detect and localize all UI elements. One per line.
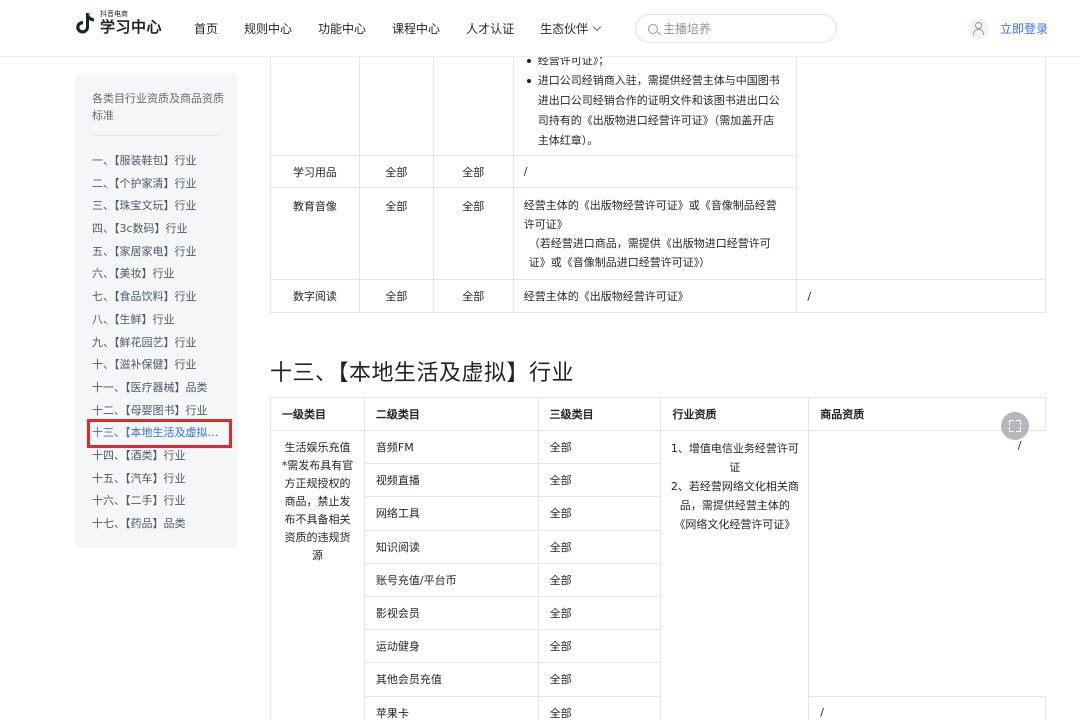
cell-level2: 影视会员 xyxy=(363,595,539,631)
cell-level3: 全部 xyxy=(537,429,662,465)
cell-level3: 全部 xyxy=(537,595,662,631)
fullscreen-icon[interactable] xyxy=(1001,412,1029,440)
sidebar-divider xyxy=(92,135,220,136)
sidebar-item[interactable]: 五、【家居家电】行业 xyxy=(92,241,237,264)
qual-line-1: 经营主体的《出版物经营许可证》或《音像制品经营许可证》 xyxy=(523,199,777,231)
login-link[interactable]: 立即登录 xyxy=(1000,20,1048,37)
cell-level2: 其他会员充值 xyxy=(363,662,539,697)
logo[interactable]: 抖音电商 学习中心 xyxy=(75,11,162,35)
sidebar-item[interactable]: 三、【珠宝文玩】行业 xyxy=(92,195,237,218)
cell-level2: 网络工具 xyxy=(363,496,539,531)
header-level1: 一级类目 xyxy=(270,397,365,431)
logo-title: 学习中心 xyxy=(100,18,163,36)
cell-level2: 苹果卡 xyxy=(363,695,539,720)
nav-home[interactable]: 首页 xyxy=(194,20,218,37)
cell-level2: 全部 xyxy=(358,187,434,280)
section-title: 十三、【本地生活及虚拟】行业 xyxy=(270,361,575,386)
table-row: 生活娱乐充值 *需发布具有官方正规授权的商品，禁止发布不具备相关资质的违规货源音… xyxy=(270,429,1046,720)
table-row: 数字阅读 全部 全部 经营主体的《出版物经营许可证》 / xyxy=(270,279,1046,313)
cell-qualification: / xyxy=(512,155,798,188)
cell-industry-qual: 1、增值电信业务经营许可证 2、若经营网络文化相关商品，需提供经营主体的《网络文… xyxy=(660,430,810,720)
sidebar-item[interactable]: 二、【个护家清】行业 xyxy=(92,173,237,196)
sidebar-item[interactable]: 八、【生鲜】行业 xyxy=(92,309,237,332)
nav-feature-center[interactable]: 功能中心 xyxy=(318,20,366,37)
header-level2: 二级类目 xyxy=(363,397,539,431)
sidebar-item[interactable]: 七、【食品饮料】行业 xyxy=(92,286,237,309)
bullet-item-import: 进口公司经销商入驻，需提供经营主体与中国图书进出口公司经销合作的证明文件和该图书… xyxy=(524,71,783,151)
cell-level3: 全部 xyxy=(537,496,662,531)
sidebar-item[interactable]: 九、【鲜花园艺】行业 xyxy=(92,332,237,355)
cell-level3: 全部 xyxy=(537,695,662,720)
sidebar-item[interactable]: 十、【滋补保健】行业 xyxy=(92,354,237,377)
header-industry-qual: 行业资质 xyxy=(660,397,810,431)
cell-level3: 全部 xyxy=(537,463,662,498)
cell-level2: 全部 xyxy=(358,155,434,188)
category-sidebar: 各类目行业资质及商品资质标准 一、【服装鞋包】行业 二、【个护家清】行业 三、【珠宝… xyxy=(75,73,238,548)
sidebar-list: 一、【服装鞋包】行业 二、【个护家清】行业 三、【珠宝文玩】行业 四、【3c数码】行业… xyxy=(87,150,237,536)
qual-line-2: （若经营进口商品，需提供《出版物进口经营许可证》或《音像制品进口经营许可证》） xyxy=(528,237,771,269)
cell-level2: 运动健身 xyxy=(363,629,539,664)
books-qualification-table: 经营许可证》； 进口公司经销商入驻，需提供经营主体与中国图书进出口公司经销合作的… xyxy=(270,40,1046,313)
bullet-list: 经营许可证》； 进口公司经销商入驻，需提供经营主体与中国图书进出口公司经销合作的… xyxy=(524,51,783,151)
sidebar-item[interactable]: 六、【美妆】行业 xyxy=(92,263,237,286)
nav-course-center[interactable]: 课程中心 xyxy=(392,20,440,37)
cell-level2: 视频直播 xyxy=(363,463,539,498)
cell-qualification: 经营主体的《出版物经营许可证》 xyxy=(512,279,798,313)
cell-category: 教育音像 xyxy=(270,187,360,280)
cell-category: 数字阅读 xyxy=(270,279,360,313)
sidebar-item[interactable]: 十四、【酒类】行业 xyxy=(92,445,237,468)
cell-level1: 生活娱乐充值 *需发布具有官方正规授权的商品，禁止发布不具备相关资质的违规货源 xyxy=(270,430,365,720)
cell-product-qual: / xyxy=(808,430,1046,697)
cell-level2: 音频FM xyxy=(363,429,539,465)
sidebar-item[interactable]: 十五、【汽车】行业 xyxy=(92,468,237,491)
table-row: 苹果卡 全部 / xyxy=(271,695,1046,720)
cell-level3: 全部 xyxy=(432,155,514,188)
main-nav: 首页 规则中心 功能中心 课程中心 人才认证 生态伙伴 xyxy=(194,20,626,37)
sidebar-item-active[interactable]: 十三、【本地生活及虚拟】行业 xyxy=(87,419,232,448)
cell-level3: 全部 xyxy=(432,187,514,280)
cell-qualification: 经营主体的《出版物经营许可证》或《音像制品经营许可证》 （若经营进口商品，需提供… xyxy=(512,187,798,280)
cell-level3: 全部 xyxy=(537,629,662,664)
cell-level3: 全部 xyxy=(537,529,662,564)
chevron-down-icon xyxy=(592,22,602,31)
sidebar-item[interactable]: 十六、【二手】行业 xyxy=(92,490,237,513)
search-box[interactable] xyxy=(635,14,837,43)
douyin-note-icon xyxy=(76,12,94,34)
cell-category: 学习用品 xyxy=(270,155,360,188)
top-header: 抖音电商 学习中心 首页 规则中心 功能中心 课程中心 人才认证 生态伙伴 立即… xyxy=(0,0,1080,57)
cell-level2: 全部 xyxy=(358,279,434,313)
search-input[interactable] xyxy=(663,21,823,36)
cell-level2: 知识阅读 xyxy=(363,529,539,564)
local-life-qualification-table: 一级类目 二级类目 三级类目 行业资质 商品资质 生活娱乐充值 *需发布具有官方… xyxy=(270,397,1046,720)
table-row: 经营许可证》； 进口公司经销商入驻，需提供经营主体与中国图书进出口公司经销合作的… xyxy=(270,40,1046,280)
cell-level3: 全部 xyxy=(432,279,514,313)
cell-level3: 全部 xyxy=(537,662,662,697)
sidebar-item[interactable]: 十一、【医疗器械】品类 xyxy=(92,377,237,400)
user-icon[interactable] xyxy=(968,18,989,39)
logo-subtitle: 抖音电商 xyxy=(100,10,128,18)
nav-talent-cert[interactable]: 人才认证 xyxy=(466,20,514,37)
cell-product-qualification: / xyxy=(796,279,1046,313)
table-header-row: 一级类目 二级类目 三级类目 行业资质 商品资质 xyxy=(270,397,1046,431)
sidebar-item[interactable]: 十七、【药品】品类 xyxy=(92,513,237,536)
cell-level3: 全部 xyxy=(537,562,662,597)
header-level3: 三级类目 xyxy=(537,397,662,431)
nav-eco-partner-label: 生态伙伴 xyxy=(540,22,589,36)
nav-rules-center[interactable]: 规则中心 xyxy=(244,20,292,37)
search-icon xyxy=(648,23,658,34)
sidebar-item[interactable]: 四、【3c数码】行业 xyxy=(92,218,237,241)
cell-level2: 账号充值/平台币 xyxy=(363,562,539,597)
nav-eco-partner[interactable]: 生态伙伴 xyxy=(540,20,602,37)
sidebar-item[interactable]: 十二、【母婴图书】行业 xyxy=(92,400,237,423)
sidebar-title: 各类目行业资质及商品资质标准 xyxy=(92,92,224,122)
sidebar-item[interactable]: 一、【服装鞋包】行业 xyxy=(92,150,237,173)
cell-product-qual: / xyxy=(808,695,1046,720)
